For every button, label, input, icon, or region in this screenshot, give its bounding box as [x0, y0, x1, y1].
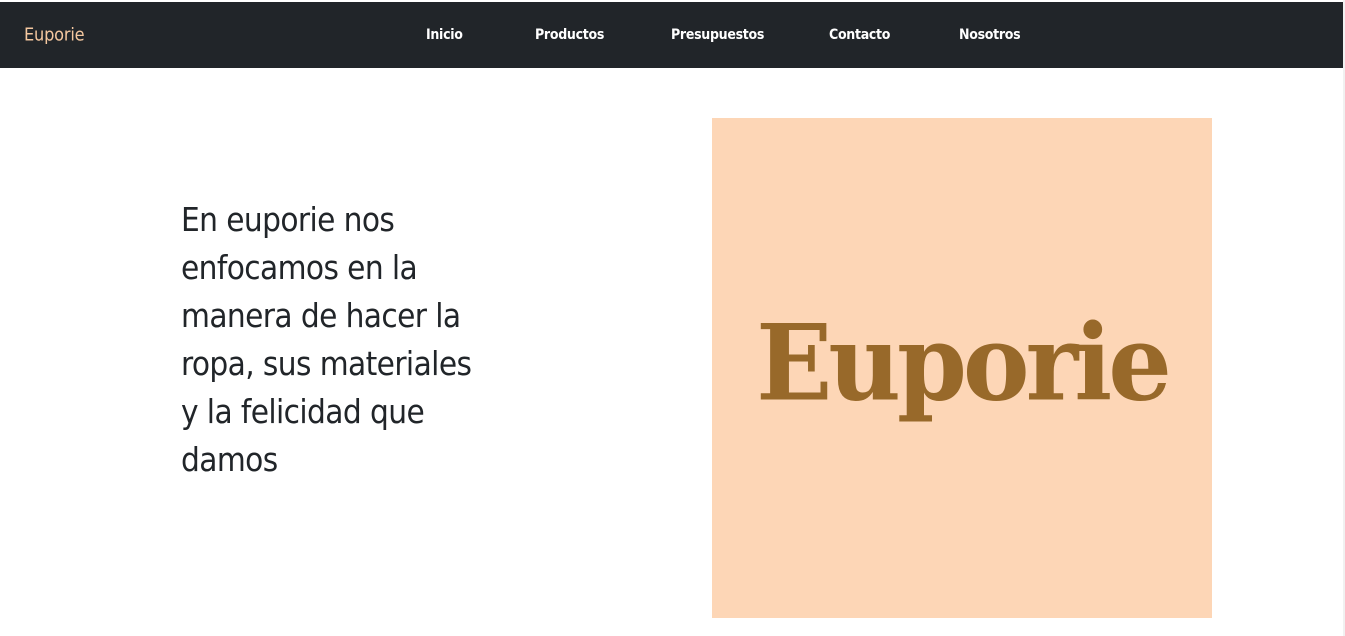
nav-links: Inicio Productos Presupuestos Contacto N…: [0, 2, 1343, 68]
navbar: Euporie Inicio Productos Presupuestos Co…: [0, 2, 1343, 68]
nav-link-inicio[interactable]: Inicio: [426, 27, 463, 43]
hero-logo: Euporie: [756, 301, 1172, 425]
nav-link-contacto[interactable]: Contacto: [829, 27, 890, 43]
intro-text: En euporie nos enfocamos en la manera de…: [181, 200, 472, 479]
nav-link-nosotros[interactable]: Nosotros: [959, 27, 1021, 43]
nav-link-productos[interactable]: Productos: [535, 27, 604, 43]
page: Euporie Inicio Productos Presupuestos Co…: [0, 0, 1345, 636]
hero-image: Euporie: [712, 118, 1212, 618]
nav-link-presupuestos[interactable]: Presupuestos: [671, 27, 764, 43]
